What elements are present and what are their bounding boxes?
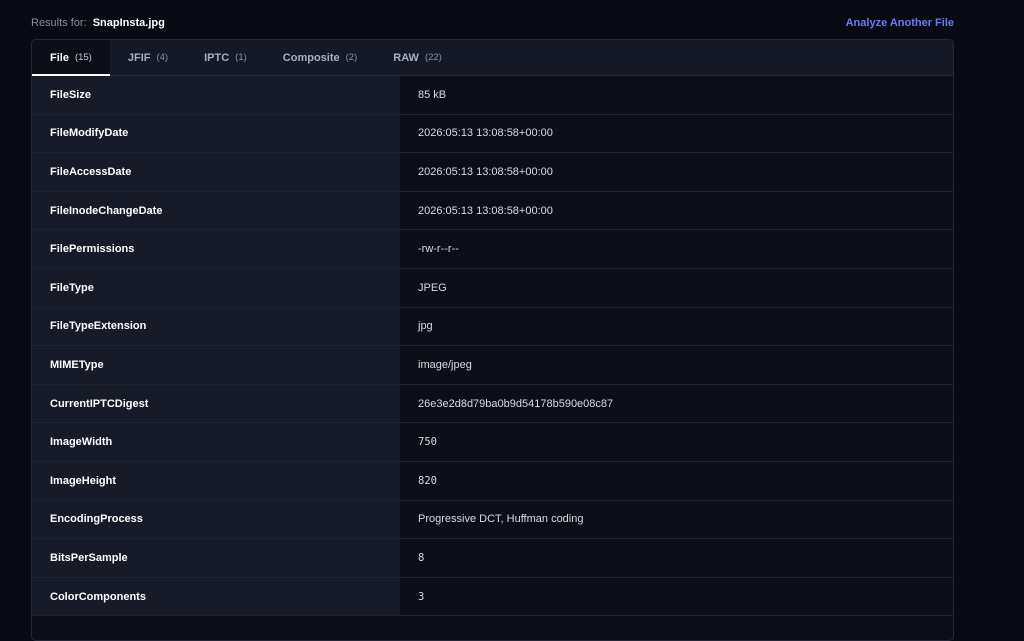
metadata-value: 2026:05:13 13:08:58+00:00 xyxy=(400,114,953,154)
metadata-panel: File (15) JFIF (4) IPTC (1) Composite (2… xyxy=(31,39,954,641)
tab-label: IPTC xyxy=(204,51,230,64)
table-row: FileType JPEG xyxy=(32,268,953,308)
tab-label: RAW xyxy=(393,51,419,64)
metadata-value: 8 xyxy=(400,538,953,578)
metadata-table: FileSize 85 kB FileModifyDate 2026:05:13… xyxy=(32,76,953,617)
metadata-key: EncodingProcess xyxy=(32,500,400,540)
metadata-value: jpg xyxy=(400,307,953,347)
analyze-another-file-link[interactable]: Analyze Another File xyxy=(846,17,954,29)
table-row: FileAccessDate 2026:05:13 13:08:58+00:00 xyxy=(32,152,953,192)
metadata-key: MIMEType xyxy=(32,345,400,385)
tab-raw[interactable]: RAW (22) xyxy=(375,40,460,75)
metadata-value: 2026:05:13 13:08:58+00:00 xyxy=(400,191,953,231)
metadata-value: -rw-r--r-- xyxy=(400,229,953,269)
metadata-key: CurrentIPTCDigest xyxy=(32,384,400,424)
table-row: FileTypeExtension jpg xyxy=(32,307,953,347)
metadata-tabs: File (15) JFIF (4) IPTC (1) Composite (2… xyxy=(32,40,953,76)
results-header: Results for: SnapInsta.jpg Analyze Anoth… xyxy=(31,15,954,31)
metadata-key: ColorComponents xyxy=(32,577,400,617)
metadata-value: 26e3e2d8d79ba0b9d54178b590e08c87 xyxy=(400,384,953,424)
table-row: FileInodeChangeDate 2026:05:13 13:08:58+… xyxy=(32,191,953,231)
metadata-value: 2026:05:13 13:08:58+00:00 xyxy=(400,152,953,192)
tab-label: Composite xyxy=(282,51,340,64)
metadata-value: 3 xyxy=(400,577,953,617)
metadata-key: FilePermissions xyxy=(32,229,400,269)
tab-label: File xyxy=(50,51,69,64)
tab-count: (22) xyxy=(424,52,442,63)
table-row: ImageHeight 820 xyxy=(32,461,953,501)
results-file-name: SnapInsta.jpg xyxy=(92,17,165,29)
metadata-key: FileInodeChangeDate xyxy=(32,191,400,231)
table-row: FileSize 85 kB xyxy=(32,76,953,115)
metadata-value: 820 xyxy=(400,461,953,501)
metadata-key: BitsPerSample xyxy=(32,538,400,578)
tab-iptc[interactable]: IPTC (1) xyxy=(186,40,265,75)
metadata-value: Progressive DCT, Huffman coding xyxy=(400,500,953,540)
tab-count: (15) xyxy=(74,52,92,63)
metadata-key: ImageHeight xyxy=(32,461,400,501)
tab-jfif[interactable]: JFIF (4) xyxy=(110,40,186,75)
metadata-value: 750 xyxy=(400,422,953,462)
metadata-key: FileSize xyxy=(32,76,400,115)
metadata-value: 85 kB xyxy=(400,76,953,115)
metadata-key: FileAccessDate xyxy=(32,152,400,192)
metadata-key: FileModifyDate xyxy=(32,114,400,154)
table-row: ImageWidth 750 xyxy=(32,422,953,462)
table-row: CurrentIPTCDigest 26e3e2d8d79ba0b9d54178… xyxy=(32,384,953,424)
results-title: Results for: SnapInsta.jpg xyxy=(31,17,165,29)
tab-composite[interactable]: Composite (2) xyxy=(265,40,375,75)
table-row: MIMEType image/jpeg xyxy=(32,345,953,385)
metadata-value: JPEG xyxy=(400,268,953,308)
tab-file[interactable]: File (15) xyxy=(32,40,110,76)
tab-label: JFIF xyxy=(127,51,151,64)
table-row: BitsPerSample 8 xyxy=(32,538,953,578)
tab-count: (2) xyxy=(345,52,358,63)
table-row: FilePermissions -rw-r--r-- xyxy=(32,229,953,269)
results-label: Results for: xyxy=(31,17,87,29)
table-row: FileModifyDate 2026:05:13 13:08:58+00:00 xyxy=(32,114,953,154)
metadata-key: ImageWidth xyxy=(32,422,400,462)
metadata-key: FileTypeExtension xyxy=(32,307,400,347)
table-row: ColorComponents 3 xyxy=(32,577,953,617)
tab-count: (1) xyxy=(235,52,247,63)
table-row: EncodingProcess Progressive DCT, Huffman… xyxy=(32,500,953,540)
metadata-value: image/jpeg xyxy=(400,345,953,385)
tab-count: (4) xyxy=(156,52,169,63)
metadata-key: FileType xyxy=(32,268,400,308)
